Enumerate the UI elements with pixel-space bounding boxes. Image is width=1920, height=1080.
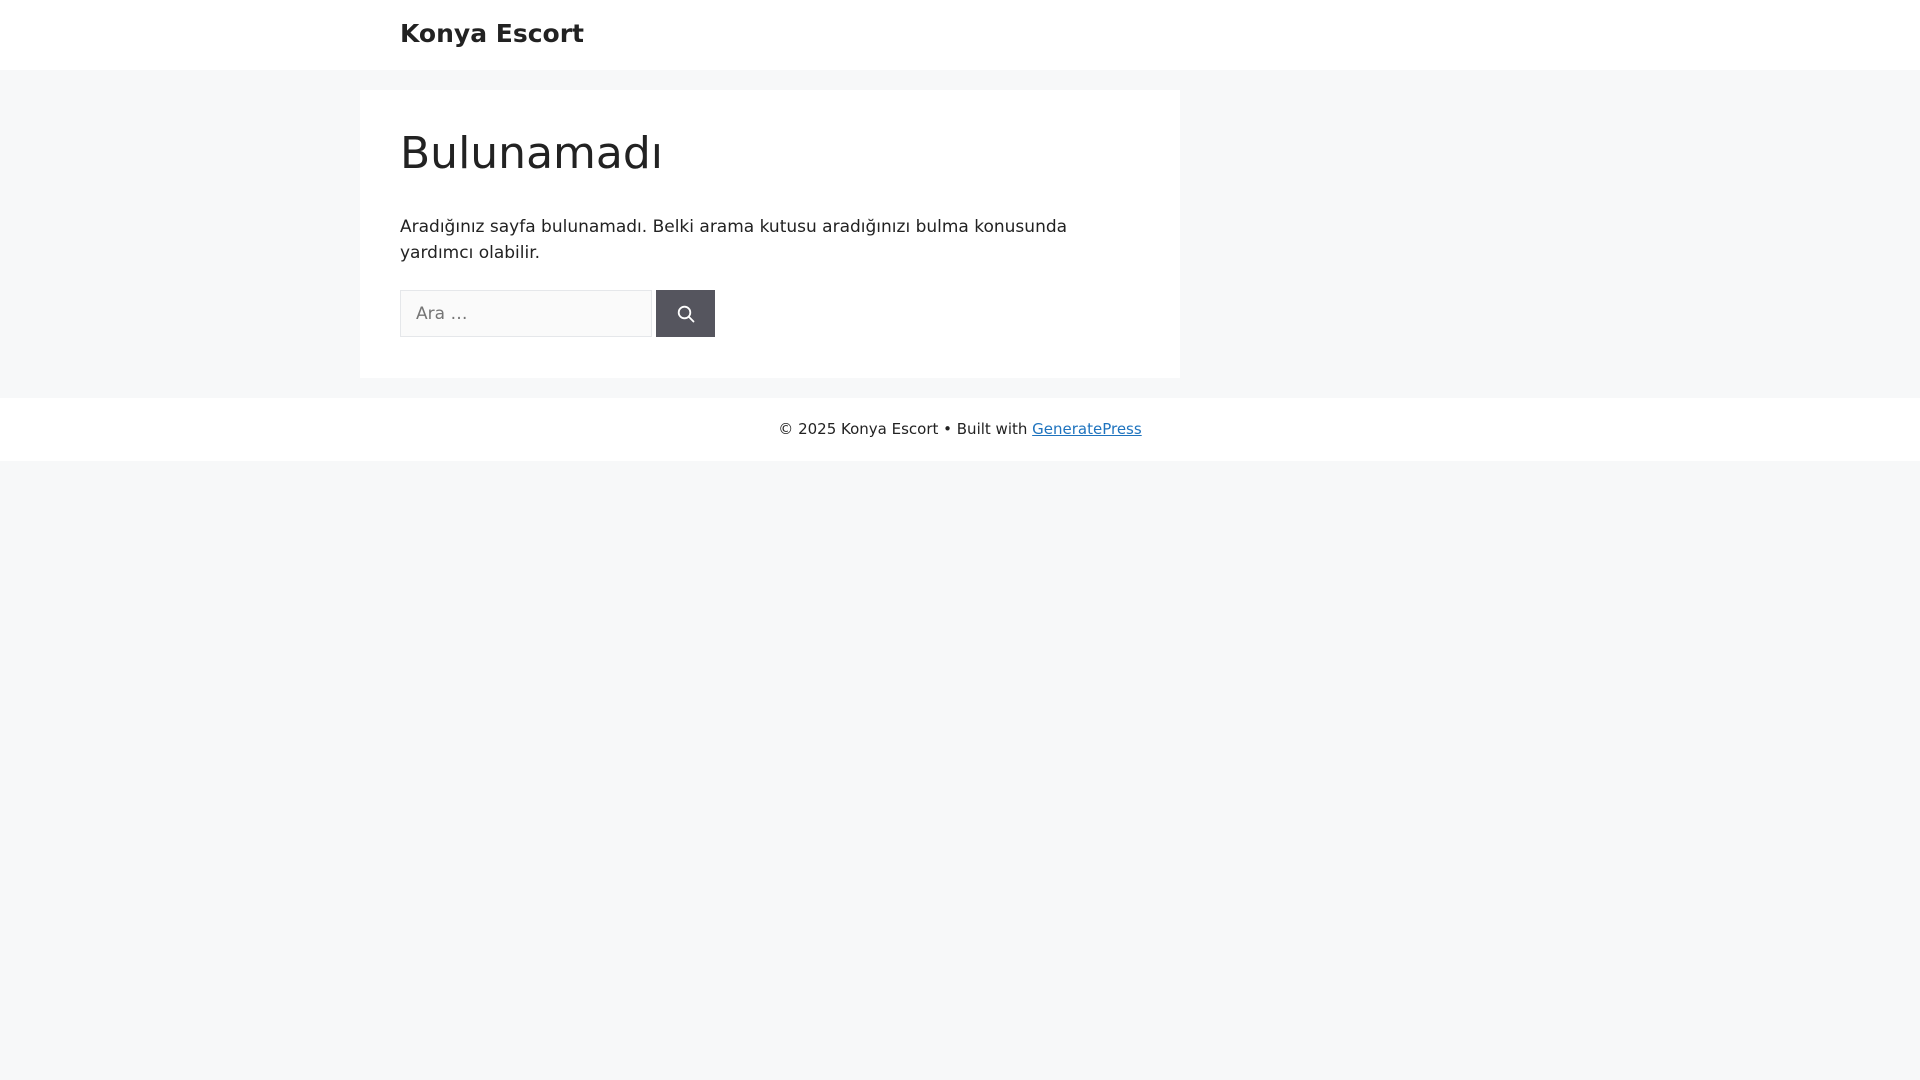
- search-input[interactable]: [400, 290, 652, 337]
- site-title-link[interactable]: Konya Escort: [400, 19, 584, 49]
- generatepress-link[interactable]: GeneratePress: [1032, 420, 1142, 438]
- site-footer: © 2025 Konya Escort • Built with Generat…: [0, 398, 1920, 461]
- content-card: Bulunamadı Aradığınız sayfa bulunamadı. …: [360, 90, 1180, 378]
- footer-copyright: © 2025 Konya Escort • Built with Generat…: [0, 398, 1920, 461]
- search-button[interactable]: [656, 290, 715, 337]
- copyright-text: © 2025 Konya Escort • Built with: [778, 420, 1028, 438]
- not-found-message: Aradığınız sayfa bulunamadı. Belki arama…: [400, 217, 1068, 263]
- site-header: Konya Escort: [0, 0, 1920, 70]
- page-title: Bulunamadı: [400, 128, 664, 179]
- search-icon: [677, 305, 695, 323]
